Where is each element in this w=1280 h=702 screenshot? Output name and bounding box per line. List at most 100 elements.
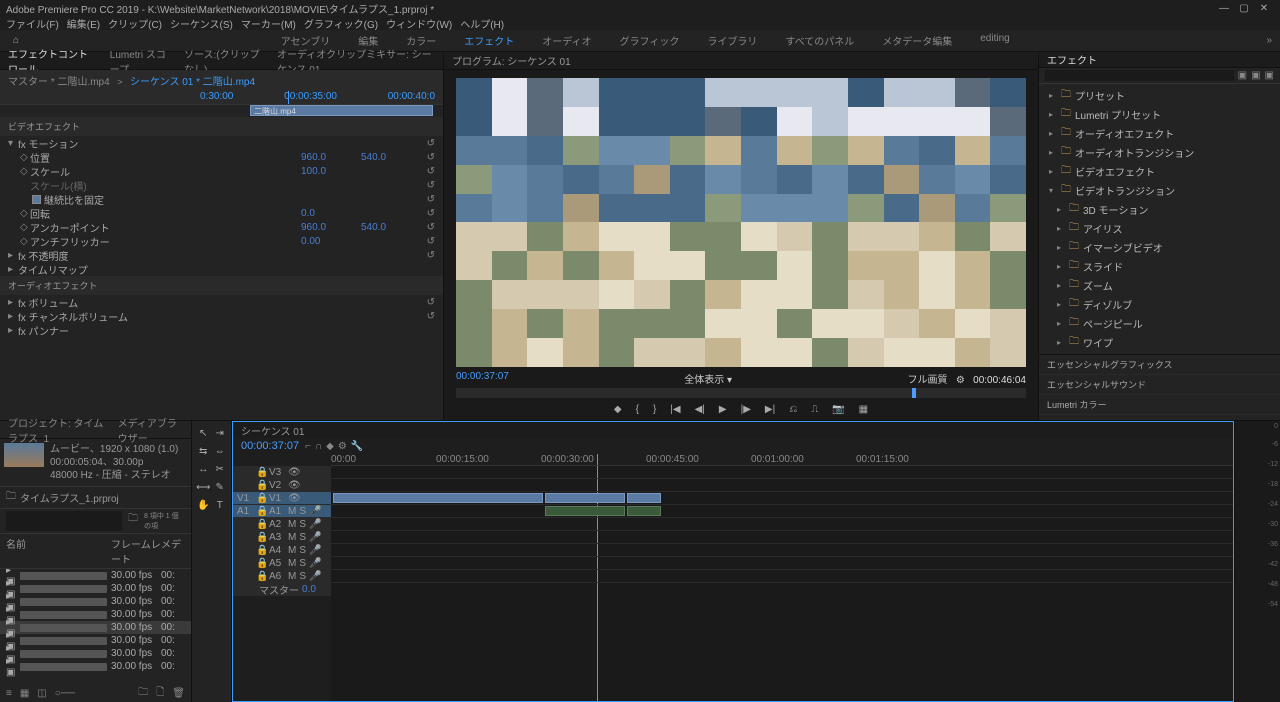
eff-folder[interactable]: ▸🗀オーディオエフェクト [1043,124,1276,143]
audio-track-header[interactable]: 🔒A4MS🎤 [233,544,331,557]
ws-editing[interactable]: editing [980,33,1009,48]
project-item[interactable]: ▸ ▣30.00 fps00: [0,660,191,673]
play-icon[interactable]: ▶ [719,404,727,415]
ecp-seq-clip[interactable]: シーケンス 01 * 二階山.mp4 [130,77,255,88]
side-panel-tab[interactable]: エッセンシャルサウンド [1039,375,1280,395]
eff-folder[interactable]: ▸🗀ビデオエフェクト [1043,162,1276,181]
col-framerate[interactable]: フレームレート [111,536,161,566]
tab-program[interactable]: プログラム: シーケンス 01 [452,53,571,68]
tl-snap-icon[interactable]: ⌐ [305,441,311,452]
eff-preset3-icon[interactable]: ▣ [1265,70,1274,81]
extract-icon[interactable]: ⎍ [811,404,818,415]
ws-allpanels[interactable]: すべてのパネル [785,33,854,48]
ecp-antiflicker-val[interactable]: 0.00 [301,236,361,247]
audio-track-header[interactable]: A1🔒A1MS🎤 [233,505,331,518]
video-track-header[interactable]: 🔒V3👁 [233,466,331,479]
video-track-header[interactable]: 🔒V2👁 [233,479,331,492]
master-track-header[interactable]: マスター0.0 [233,583,331,596]
eff-subfolder[interactable]: ▸🗀ページピール [1043,314,1276,333]
ecp-volume[interactable]: ▸fx ボリューム↺ [0,295,443,309]
export-frame-icon[interactable]: 📷 [832,404,844,415]
zoom-slider[interactable]: ○── [55,688,75,699]
tl-marker-icon[interactable]: ◆ [326,441,334,452]
hand-tool-icon[interactable]: ✋ [196,497,211,513]
rate-stretch-tool-icon[interactable]: ↔ [196,461,211,477]
program-quality-dropdown[interactable]: フル画質 [908,375,948,386]
eff-subfolder[interactable]: ▸🗀イマーシブビデオ [1043,238,1276,257]
workspace-menu-icon[interactable]: » [1266,35,1272,46]
eff-folder[interactable]: ▸🗀プリセット [1043,86,1276,105]
menu-file[interactable]: ファイル(F) [6,16,59,31]
eff-subfolder[interactable]: ▸🗀ディゾルブ [1043,295,1276,314]
tab-effects[interactable]: エフェクト [1047,52,1097,67]
new-item-icon[interactable]: 🗋 [156,685,164,702]
type-tool-icon[interactable]: T [213,497,228,513]
project-filter-icon[interactable]: 🗀 [128,511,138,531]
timeline-playhead[interactable] [597,454,598,465]
ecp-timeremap[interactable]: ▸タイムリマップ [0,262,443,276]
timeline-timecode[interactable]: 00:00:37:07 [241,440,299,452]
audio-clip[interactable] [627,506,661,516]
eff-folder[interactable]: ▸🗀オーディオトランジション [1043,143,1276,162]
ecp-motion[interactable]: ▾fx モーション↺ [0,136,443,150]
razor-tool-icon[interactable]: ✂ [213,461,228,477]
step-back-icon[interactable]: ◀| [695,404,705,415]
pen-tool-icon[interactable]: ✎ [213,479,228,495]
video-clip[interactable] [627,493,661,503]
video-clip[interactable] [545,493,625,503]
selection-tool-icon[interactable]: ↖ [196,425,211,441]
ecp-rotation-val[interactable]: 0.0 [301,208,361,219]
list-view-icon[interactable]: ≡ [6,688,12,699]
program-scrubber[interactable] [456,388,1026,398]
add-marker-icon[interactable]: ◆ [614,404,622,415]
ws-graphic[interactable]: グラフィック [620,33,680,48]
project-item[interactable]: ▸ ▣30.00 fps00: [0,569,191,582]
project-item[interactable]: ▸ ▣30.00 fps00: [0,582,191,595]
ecp-anchor-x[interactable]: 960.0 [301,222,361,233]
eff-folder[interactable]: ▸🗀Lumetri プリセット [1043,105,1276,124]
menu-sequence[interactable]: シーケンス(S) [170,16,233,31]
eff-subfolder[interactable]: ▸🗀ワイプ [1043,333,1276,352]
ecp-position-x[interactable]: 960.0 [301,152,361,163]
project-item[interactable]: ▸ ▣30.00 fps00: [0,595,191,608]
eff-preset-icon[interactable]: ▣ [1238,70,1247,81]
program-timecode[interactable]: 00:00:37:07 [456,371,509,386]
ecp-clip-bar[interactable]: 二階山.mp4 [250,105,433,116]
project-item[interactable]: ▸ ▣30.00 fps00: [0,608,191,621]
eff-subfolder[interactable]: ▸🗀スライド [1043,257,1276,276]
ecp-opacity[interactable]: ▸fx 不透明度↺ [0,248,443,262]
new-bin-icon[interactable]: 🗀 [138,685,148,702]
ripple-edit-tool-icon[interactable]: ⇆ [196,443,211,459]
lift-icon[interactable]: ⎌ [789,404,797,415]
step-fwd-icon[interactable]: |▶ [741,404,751,415]
video-clip[interactable] [333,493,543,503]
ws-audio[interactable]: オーディオ [542,33,591,48]
audio-track-header[interactable]: 🔒A3MS🎤 [233,531,331,544]
slip-tool-icon[interactable]: ⟷ [196,479,211,495]
project-path[interactable]: タイムラプス_1.prproj [20,490,119,505]
ecp-anchor-y[interactable]: 540.0 [361,222,421,233]
freeform-view-icon[interactable]: ◫ [37,688,46,699]
goto-out-icon[interactable]: ▶| [765,404,775,415]
eff-subfolder[interactable]: ▸🗀3D モーション [1043,200,1276,219]
menu-graphic[interactable]: グラフィック(G) [304,16,378,31]
program-fit-dropdown[interactable]: 全体表示 ▾ [684,371,732,386]
eff-subfolder[interactable]: ▸🗀アイリス [1043,219,1276,238]
menu-help[interactable]: ヘルプ(H) [460,16,504,31]
comparison-icon[interactable]: ▦ [859,404,868,415]
project-item[interactable]: ▸ ▣30.00 fps00: [0,634,191,647]
audio-clip[interactable] [545,506,625,516]
menu-clip[interactable]: クリップ(C) [108,16,162,31]
tl-link-icon[interactable]: ∩ [315,441,322,452]
tl-wrench-icon[interactable]: 🔧 [351,441,363,452]
ws-metadata[interactable]: メタデータ編集 [882,33,952,48]
tl-settings-icon[interactable]: ⚙ [338,441,347,452]
project-item[interactable]: ▸ ▣30.00 fps00: [0,647,191,660]
ecp-uniform-scale-checkbox[interactable] [32,195,41,204]
side-panel-tab[interactable]: エッセンシャルグラフィックス [1039,355,1280,375]
eff-folder[interactable]: ▾🗀ビデオトランジション [1043,181,1276,200]
eff-preset2-icon[interactable]: ▣ [1251,70,1260,81]
menu-edit[interactable]: 編集(E) [67,16,100,31]
col-media[interactable]: メデ [161,536,185,566]
menu-window[interactable]: ウィンドウ(W) [386,16,452,31]
